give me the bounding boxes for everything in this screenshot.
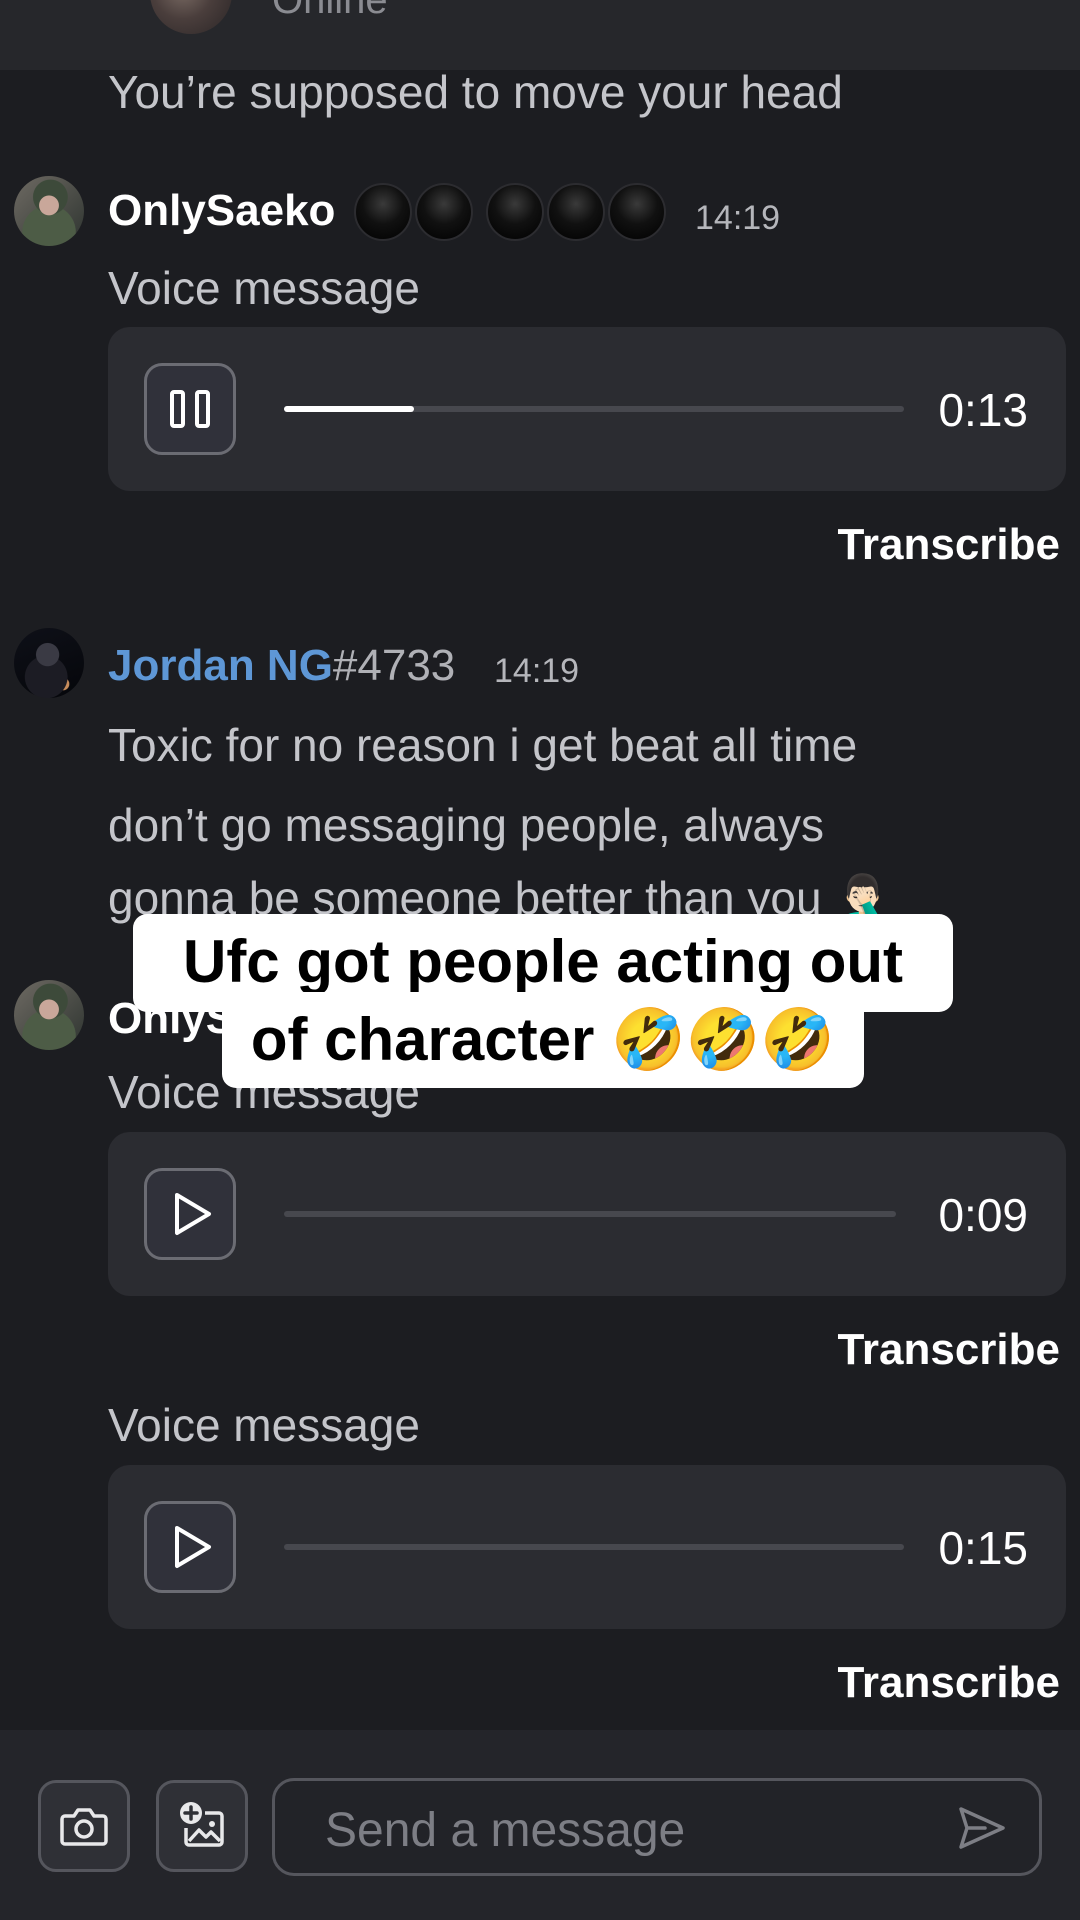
username[interactable]: OnlySaeko	[108, 186, 335, 236]
voice-progress-fill	[284, 406, 414, 412]
chat-screen: Online You’re supposed to move your head…	[0, 0, 1080, 1920]
message-text-line: Toxic for no reason i get beat all time	[108, 719, 858, 771]
voice-player: 0:09	[108, 1132, 1066, 1296]
caption-line-2: of character 🤣🤣🤣	[222, 992, 864, 1088]
header-avatar[interactable]	[150, 0, 232, 34]
pause-icon	[170, 390, 210, 428]
camera-icon	[60, 1808, 108, 1846]
badge-icon	[354, 183, 412, 241]
send-icon[interactable]	[955, 1801, 1009, 1855]
message-timestamp: 14:19	[494, 652, 580, 690]
transcribe-button[interactable]: Transcribe	[837, 520, 1060, 570]
add-image-button[interactable]	[156, 1780, 248, 1872]
message-input[interactable]: Send a message	[272, 1778, 1042, 1876]
play-button[interactable]	[144, 1501, 236, 1593]
message-composer: Send a message	[0, 1730, 1080, 1920]
voice-progress-track[interactable]	[284, 1544, 904, 1550]
message-text-line: don’t go messaging people, always	[108, 799, 825, 851]
voice-player: 0:13	[108, 327, 1066, 491]
avatar[interactable]	[14, 980, 84, 1050]
badge-icon	[415, 183, 473, 241]
username-name: Jordan NG	[108, 641, 333, 690]
avatar[interactable]	[14, 176, 84, 246]
badge-icon	[608, 183, 666, 241]
message-timestamp: 14:19	[695, 199, 781, 237]
camera-button[interactable]	[38, 1780, 130, 1872]
voice-progress-track[interactable]	[284, 1211, 896, 1217]
message-text: You’re supposed to move your head	[108, 66, 843, 118]
username[interactable]: Jordan NG#4733	[108, 641, 455, 691]
message-input-placeholder: Send a message	[325, 1804, 686, 1857]
voice-duration: 0:09	[938, 1189, 1028, 1241]
voice-message-label: Voice message	[108, 1399, 420, 1451]
voice-player: 0:15	[108, 1465, 1066, 1629]
play-icon	[175, 1193, 211, 1235]
play-icon	[175, 1526, 211, 1568]
transcribe-button[interactable]: Transcribe	[837, 1658, 1060, 1708]
play-button[interactable]	[144, 1168, 236, 1260]
voice-message-label: Voice message	[108, 262, 420, 314]
avatar[interactable]	[14, 628, 84, 698]
badge-icon	[486, 183, 544, 241]
pause-button[interactable]	[144, 363, 236, 455]
voice-duration: 0:13	[938, 384, 1028, 436]
voice-progress-track[interactable]	[284, 406, 904, 412]
transcribe-button[interactable]: Transcribe	[837, 1325, 1060, 1375]
username-discriminator: #4733	[332, 641, 456, 690]
badge-icon	[547, 183, 605, 241]
header-status: Online	[272, 0, 388, 22]
add-image-icon	[180, 1802, 224, 1847]
voice-duration: 0:15	[938, 1522, 1028, 1574]
profile-badges	[354, 183, 669, 241]
